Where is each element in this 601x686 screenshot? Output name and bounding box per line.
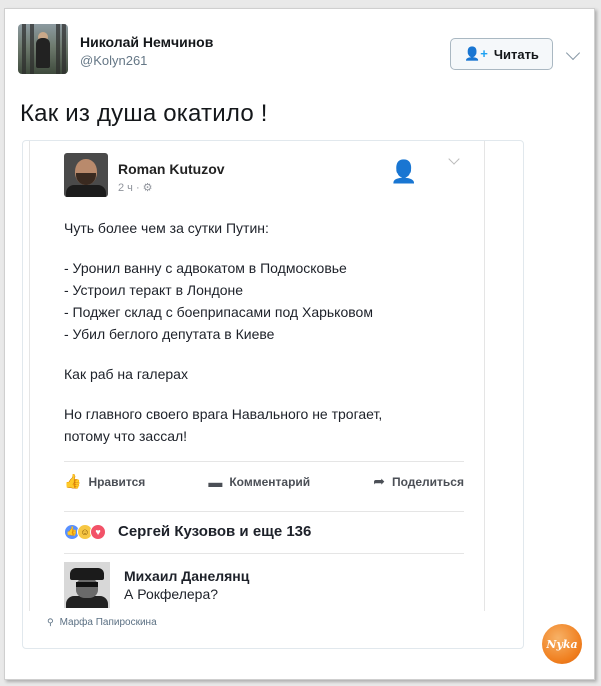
reactions-summary: Сергей Кузовов и еще 136 bbox=[118, 523, 312, 540]
fb-share-action: ➦ Поделиться bbox=[373, 473, 464, 490]
tweet-text: Как из душа окатило ! bbox=[20, 100, 268, 127]
fb-like-action: 👍 Нравится bbox=[64, 473, 145, 490]
comment-icon: ▬ bbox=[208, 473, 223, 490]
fb-author-avatar bbox=[64, 153, 108, 197]
fb-chevron-icon bbox=[448, 153, 460, 165]
fb-post-line: Но главного своего врага Навального не т… bbox=[64, 406, 383, 422]
fb-share-label: Поделиться bbox=[391, 474, 464, 489]
comment-text: А Рокфелера? bbox=[124, 586, 219, 602]
fb-author-name: Roman Kutuzov bbox=[118, 161, 225, 177]
follow-button-label: Читать bbox=[493, 46, 539, 62]
share-arrow-icon: ➦ bbox=[373, 473, 385, 489]
fb-post-line: Как раб на галерах bbox=[64, 366, 188, 382]
photo-credit-name: Марфа Папироскина bbox=[59, 617, 157, 628]
photo-credit[interactable]: ⚲ Марфа Папироскина bbox=[47, 617, 157, 628]
fb-comment-label: Комментарий bbox=[229, 474, 311, 489]
watermark-logo: Nyka bbox=[542, 624, 582, 664]
person-icon: ⚲ bbox=[47, 617, 54, 627]
author-name[interactable]: Николай Немчинов bbox=[80, 34, 213, 50]
fb-post-line: - Уронил ванну с адвокатом в Подмосковье bbox=[64, 260, 347, 276]
thumbs-up-icon: 👍 bbox=[64, 473, 82, 489]
fb-comment: Михаил Данелянц А Рокфелера? bbox=[64, 553, 464, 611]
love-reaction-icon: ♥ bbox=[90, 523, 106, 540]
fb-post-line: - Убил беглого депутата в Киеве bbox=[64, 326, 275, 342]
fb-like-label: Нравится bbox=[88, 474, 146, 489]
fb-post-line: - Устроил теракт в Лондоне bbox=[64, 282, 244, 298]
commenter-avatar bbox=[64, 562, 110, 608]
facebook-post-screenshot: Roman Kutuzov 2 ч · ⚙ 👤 Чуть более чем з… bbox=[29, 141, 485, 611]
fb-post-meta: 2 ч · ⚙ bbox=[118, 182, 153, 194]
commenter-name: Михаил Данелянц bbox=[124, 568, 250, 584]
fb-post-line: Чуть более чем за сутки Путин: bbox=[64, 220, 269, 236]
tweet-media[interactable]: Roman Kutuzov 2 ч · ⚙ 👤 Чуть более чем з… bbox=[22, 140, 524, 649]
author-avatar[interactable] bbox=[18, 24, 68, 74]
author-handle[interactable]: @Kolyn261 bbox=[80, 53, 147, 68]
add-friend-icon: 👤 bbox=[390, 159, 418, 184]
user-plus-icon: 👤+ bbox=[464, 46, 488, 61]
follow-button[interactable]: 👤+ Читать bbox=[450, 38, 553, 70]
fb-post-line: - Поджег склад с боеприпасами под Харько… bbox=[64, 304, 373, 320]
fb-post-body: Чуть более чем за сутки Путин: - Уронил … bbox=[64, 217, 474, 447]
fb-post-line: потому что зассал! bbox=[64, 428, 188, 444]
fb-action-bar: 👍 Нравится ▬ Комментарий ➦ Поделиться bbox=[64, 461, 464, 501]
fb-reactions-row: 👍 ☺ ♥ Сергей Кузовов и еще 136 bbox=[64, 511, 464, 551]
fb-comment-action: ▬ Комментарий bbox=[208, 474, 310, 490]
